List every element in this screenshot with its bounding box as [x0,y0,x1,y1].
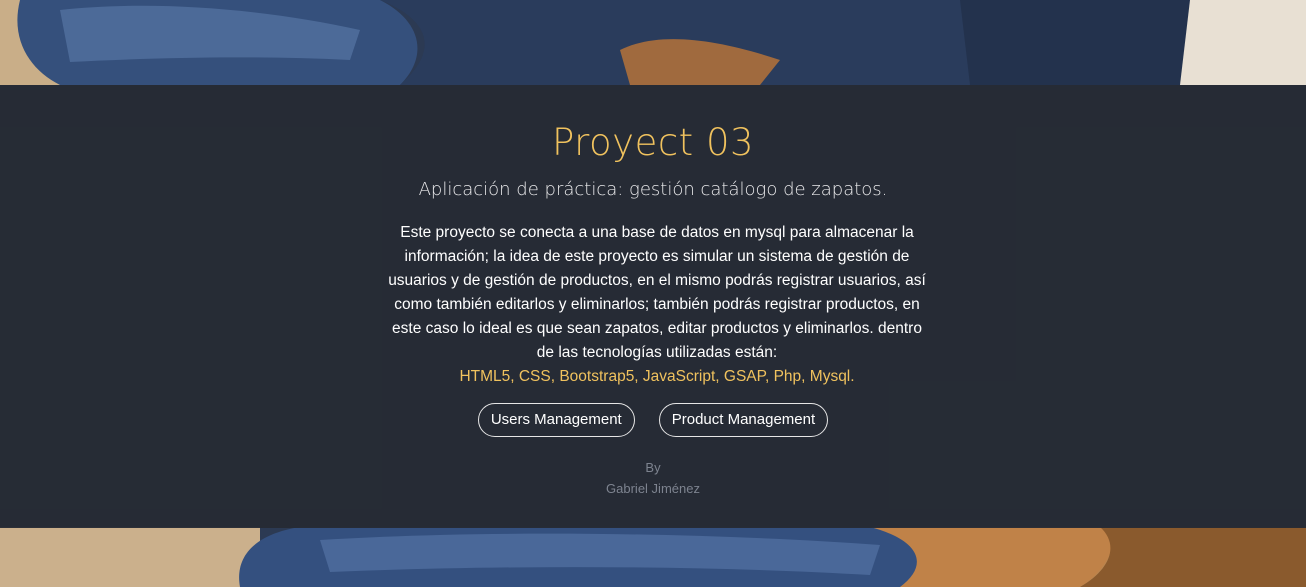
users-management-button[interactable]: Users Management [477,403,635,437]
project-title: Proyect 03 [551,121,755,164]
description-text: Este proyecto se conecta a una base de d… [388,224,926,361]
technologies-list: HTML5, CSS, Bootstrap5, JavaScript, GSAP… [459,368,855,385]
project-overlay-panel: Proyect 03 Aplicación de práctica: gesti… [0,85,1306,528]
project-description: Este proyecto se conecta a una base de d… [383,221,931,389]
author-name: Gabriel Jiménez [606,481,700,496]
product-management-button[interactable]: Product Management [658,403,829,437]
hero-section: Proyect 03 Aplicación de práctica: gesti… [0,0,1306,587]
project-subtitle: Aplicación de práctica: gestión catálogo… [418,179,888,200]
action-buttons: Users Management Product Management [0,403,1306,437]
author-credit: By Gabriel Jiménez [0,457,1306,499]
by-label: By [645,460,661,475]
